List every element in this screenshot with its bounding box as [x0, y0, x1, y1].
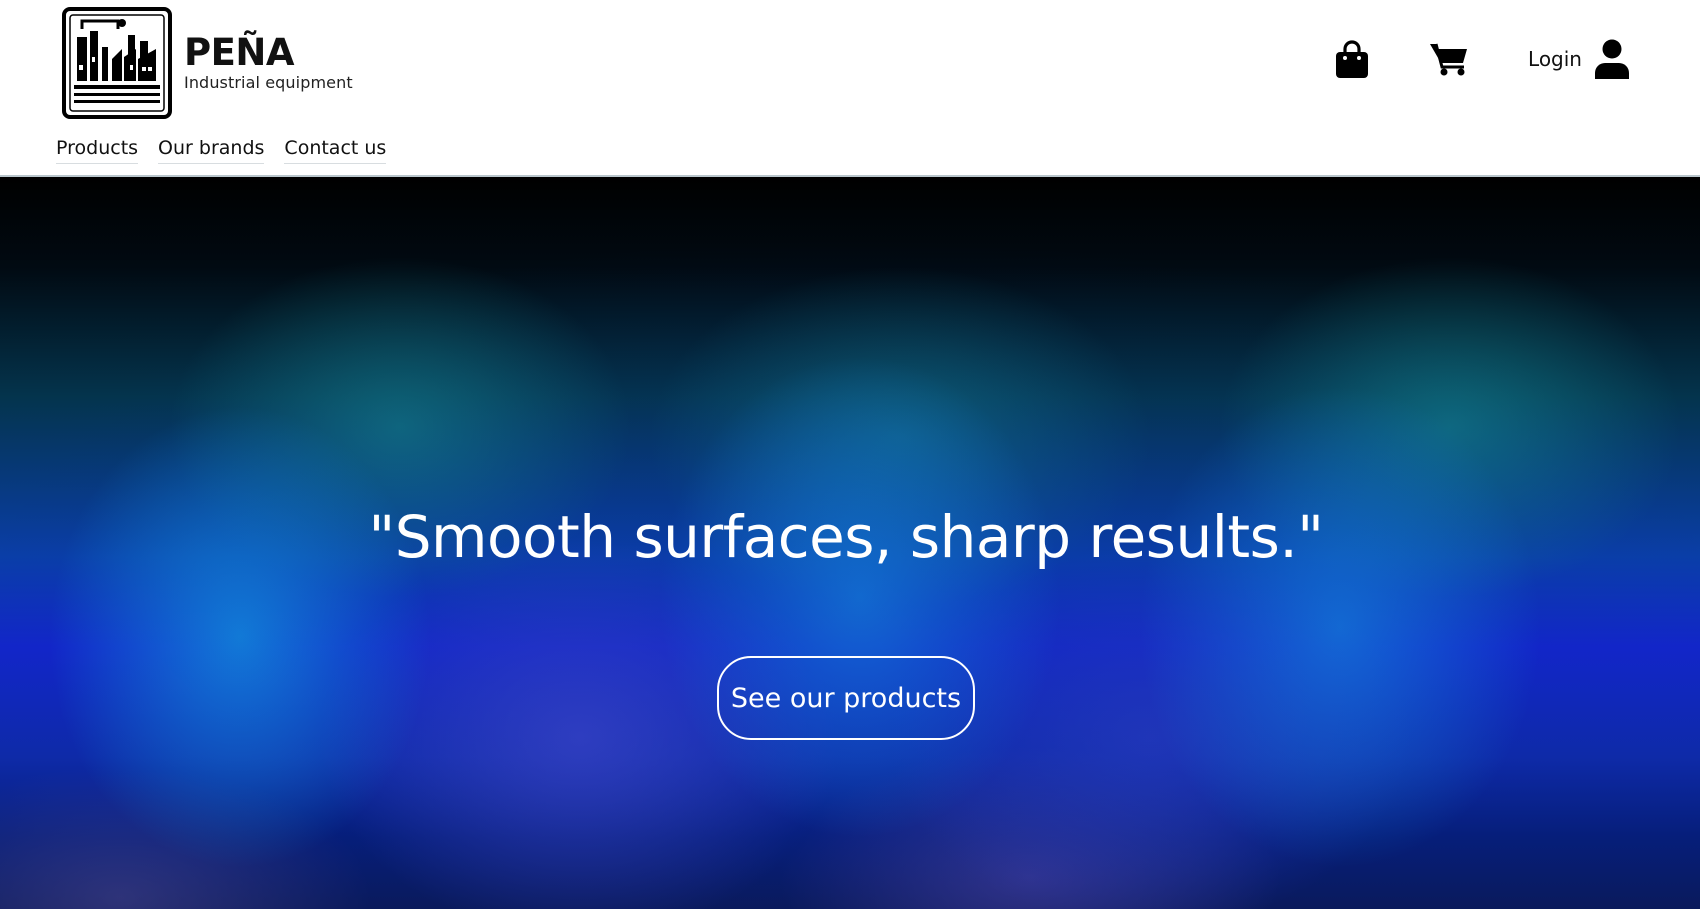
site-header: PEÑA Industrial equipment Products Our b… — [0, 0, 1700, 177]
see-our-products-button[interactable]: See our products — [717, 656, 975, 740]
login-label: Login — [1528, 47, 1582, 71]
main-nav: Products Our brands Contact us — [56, 137, 387, 164]
hero-quote: "Smooth surfaces, sharp results." — [368, 503, 1324, 571]
factory-icon — [62, 7, 172, 119]
brand-logo-link[interactable]: PEÑA Industrial equipment — [62, 7, 353, 119]
shopping-bag-button[interactable] — [1332, 38, 1372, 80]
header-actions: Login — [1332, 38, 1630, 80]
brand-tagline: Industrial equipment — [184, 73, 353, 92]
nav-item-products[interactable]: Products — [56, 137, 139, 164]
shopping-bag-icon — [1336, 40, 1369, 78]
shopping-cart-icon — [1430, 43, 1468, 76]
shopping-cart-button[interactable] — [1428, 39, 1470, 79]
page: PEÑA Industrial equipment Products Our b… — [0, 0, 1700, 909]
login-button[interactable]: Login — [1528, 39, 1630, 79]
user-icon — [1595, 39, 1629, 79]
hero-banner: "Smooth surfaces, sharp results." See ou… — [0, 177, 1700, 909]
brand-text: PEÑA Industrial equipment — [184, 33, 353, 93]
nav-item-contact-us[interactable]: Contact us — [284, 137, 387, 164]
nav-item-our-brands[interactable]: Our brands — [158, 137, 265, 164]
brand-name: PEÑA — [184, 31, 294, 74]
